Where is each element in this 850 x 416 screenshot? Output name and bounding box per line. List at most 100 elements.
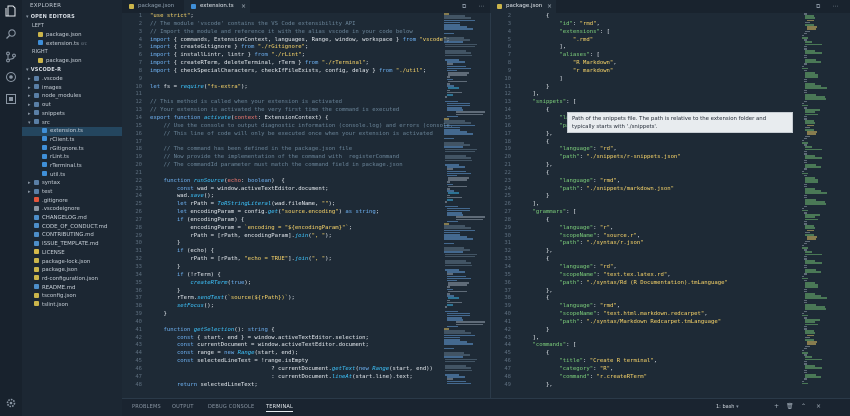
right-editor-actions[interactable]: ⧉ ⋯ <box>816 0 843 13</box>
file-item[interactable]: rd-configuration.json <box>22 275 122 284</box>
explorer-icon[interactable] <box>4 4 18 18</box>
open-editor-item[interactable]: package.json <box>22 57 122 66</box>
kill-terminal-icon[interactable]: 🗑 <box>786 403 794 410</box>
right-minimap[interactable] <box>801 13 845 398</box>
line-number: 45 <box>135 358 142 365</box>
maximize-panel-icon[interactable]: ⌃ <box>801 403 806 410</box>
line-number: 29 <box>504 224 511 231</box>
tree-item-label: CODE_OF_CONDUCT.md <box>42 223 108 230</box>
code-line: const wad = window.activeTextEditor.docu… <box>150 185 329 192</box>
file-item[interactable]: tslint.json <box>22 301 122 310</box>
typescript-file-icon <box>38 40 43 46</box>
file-item[interactable]: .vscodeignore <box>22 205 122 214</box>
code-line: "language": "rmd", <box>519 303 621 310</box>
file-item[interactable]: util.ts <box>22 171 122 180</box>
line-number: 40 <box>504 311 511 318</box>
markdown-file-icon <box>34 231 39 237</box>
line-number: 9 <box>507 67 511 74</box>
panel-tab-terminal[interactable]: TERMINAL <box>266 404 294 412</box>
code-line: function getSelection(): string { <box>150 326 275 333</box>
markdown-file-icon <box>34 223 39 229</box>
open-editor-item[interactable]: package.json <box>22 31 122 40</box>
code-line: wad.save(); <box>150 193 215 200</box>
line-number: 5 <box>138 44 142 51</box>
line-number: 37 <box>504 287 511 294</box>
line-number: 42 <box>504 326 511 333</box>
line-number: 6 <box>507 44 511 51</box>
file-tree: ▸ .vscode ▸ images ▸ node_modules ▸ out ▸ snippet… <box>22 75 122 310</box>
file-item[interactable]: tsconfig.json <box>22 292 122 301</box>
code-line: : currentDocument.lineAt(start.line).tex… <box>150 373 413 380</box>
file-item[interactable]: rClient.ts <box>22 136 122 145</box>
folder-item[interactable]: ▸ out <box>22 101 122 110</box>
file-item[interactable]: CONTRIBUTING.md <box>22 231 122 240</box>
line-number: 23 <box>135 185 142 192</box>
folder-item[interactable]: ▸ test <box>22 188 122 197</box>
left-editor-actions[interactable]: ⧉ ⋯ <box>462 0 489 13</box>
folder-item[interactable]: ▸ snippets <box>22 110 122 119</box>
line-number: 25 <box>135 201 142 208</box>
code-line: "extensions": [ <box>519 28 610 35</box>
file-item[interactable]: rTerminal.ts <box>22 162 122 171</box>
editor-tab[interactable]: package.json <box>122 0 184 13</box>
line-number: 11 <box>504 83 511 90</box>
folder-item[interactable]: ▸ .vscode <box>22 75 122 84</box>
close-tab-icon[interactable]: × <box>241 0 246 13</box>
line-number: 25 <box>504 193 511 200</box>
code-line: "use strict"; <box>150 13 194 19</box>
tree-item-label: tsconfig.json <box>42 293 77 300</box>
left-editor[interactable]: 1 2 3 4 5 6 7 8 9 10 11 12 13 14 15 16 17 18 19 20 21 22 23 24 2… <box>122 13 490 398</box>
panel-tab-problems[interactable]: PROBLEMS <box>132 404 161 410</box>
line-number: 3 <box>507 20 511 27</box>
close-tab-icon[interactable]: × <box>547 0 552 13</box>
right-editor[interactable]: 2 3 4 5 6 7 8 9 10 11 12 13 14 15 16 17 18 19 20 21 22 23 24 25… <box>490 13 850 398</box>
terminal-select[interactable]: 1: bash ▾ <box>716 403 766 412</box>
folder-item[interactable]: ▾ src <box>22 119 122 128</box>
settings-gear-icon[interactable] <box>4 396 18 410</box>
hover-tooltip: Path of the snippets file. The path is r… <box>567 112 793 133</box>
right-code-content[interactable]: { "id": "rmd", "extensions": [ ".rmd" ],… <box>519 13 727 390</box>
search-icon[interactable] <box>4 27 18 41</box>
source-control-icon[interactable] <box>4 50 18 64</box>
panel-tab-output[interactable]: OUTPUT <box>172 404 194 410</box>
open-editors-header[interactable]: ▾ OPEN EDITORS <box>22 13 122 22</box>
file-item[interactable]: rLint.ts <box>22 153 122 162</box>
left-code-content[interactable]: "use strict";// The module 'vscode' cont… <box>150 13 453 390</box>
file-item[interactable]: ISSUE_TEMPLATE.md <box>22 240 122 249</box>
line-number: 40 <box>135 318 142 325</box>
line-number: 43 <box>504 334 511 341</box>
folder-item[interactable]: ▸ images <box>22 84 122 93</box>
code-line: "path": "./syntax/r.json" <box>519 240 644 247</box>
project-header[interactable]: ▾ VSCODE-R <box>22 66 122 75</box>
editor-tab[interactable]: package.json × <box>490 0 556 13</box>
line-number: 11 <box>135 91 142 98</box>
close-panel-icon[interactable]: × <box>816 403 821 410</box>
editor-tab[interactable]: extension.ts × <box>184 0 250 13</box>
line-number: 38 <box>504 295 511 302</box>
file-item[interactable]: package.json <box>22 266 122 275</box>
debug-icon[interactable] <box>4 70 18 84</box>
add-terminal-icon[interactable]: + <box>774 403 779 410</box>
folder-item[interactable]: ▸ node_modules <box>22 92 122 101</box>
file-item[interactable]: .gitignore <box>22 197 122 206</box>
line-number: 33 <box>504 256 511 263</box>
line-number: 21 <box>504 162 511 169</box>
file-item[interactable]: CHANGELOG.md <box>22 214 122 223</box>
file-item[interactable]: rGitignore.ts <box>22 145 122 154</box>
file-item[interactable]: README.md <box>22 284 122 293</box>
tree-item-label: rGitignore.ts <box>50 145 84 152</box>
open-editor-item[interactable]: extension.ts src <box>22 40 122 49</box>
file-item[interactable]: CODE_OF_CONDUCT.md <box>22 223 122 232</box>
line-number: 7 <box>138 60 142 67</box>
left-minimap[interactable] <box>444 13 486 398</box>
extensions-icon[interactable] <box>4 92 18 106</box>
file-item[interactable]: LICENSE <box>22 249 122 258</box>
file-item[interactable]: extension.ts <box>22 127 122 136</box>
folder-item[interactable]: ▸ syntax <box>22 179 122 188</box>
panel-tab-debug-console[interactable]: DEBUG CONSOLE <box>208 404 254 410</box>
folder-icon <box>34 110 39 116</box>
code-line: // This method is called when your exten… <box>150 99 342 106</box>
file-item[interactable]: package-lock.json <box>22 258 122 267</box>
